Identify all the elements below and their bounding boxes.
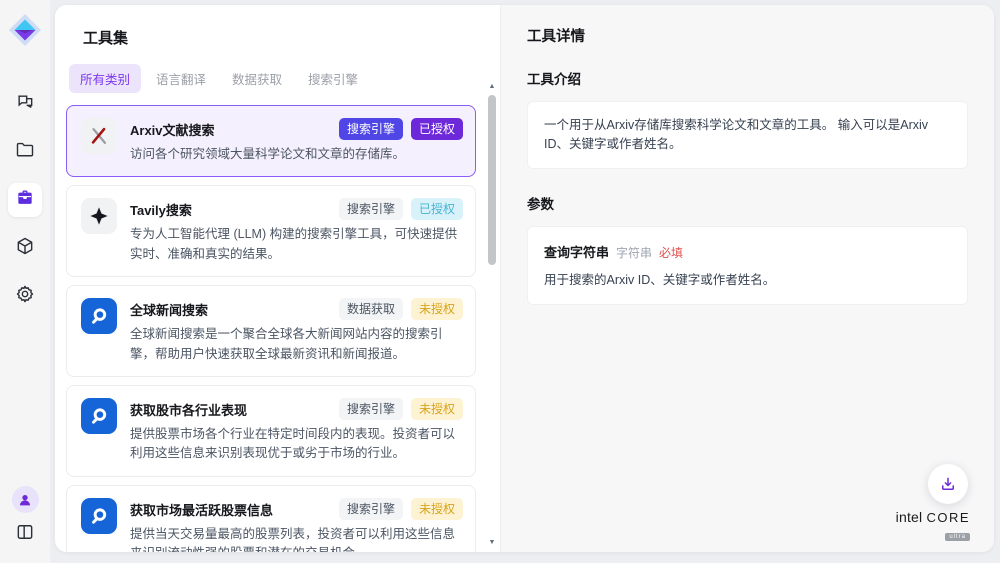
tool-description: 访问各个研究领域大量科学论文和文章的存储库。 xyxy=(130,145,463,164)
intel-core-word: CORE xyxy=(926,510,970,525)
param-description: 用于搜索的Arxiv ID、关键字或作者姓名。 xyxy=(544,271,951,290)
auth-status-badge[interactable]: 已授权 xyxy=(411,118,463,140)
page-title: 工具集 xyxy=(83,27,500,48)
user-avatar[interactable] xyxy=(12,486,39,513)
auth-status-badge[interactable]: 未授权 xyxy=(411,398,463,420)
tool-card-tavily[interactable]: Tavily搜索 专为人工智能代理 (LLM) 构建的搜索引擎工具，可快速提供实… xyxy=(66,185,476,277)
auth-status-badge[interactable]: 已授权 xyxy=(411,198,463,220)
intel-ultra-badge: ultra xyxy=(945,533,970,541)
auth-status-badge[interactable]: 未授权 xyxy=(411,298,463,320)
tool-card-active-stocks[interactable]: 获取市场最活跃股票信息 提供当天交易量最高的股票列表，投资者可以利用这些信息来识… xyxy=(66,485,476,552)
parameter-card: 查询字符串 字符串 必填 用于搜索的Arxiv ID、关键字或作者姓名。 xyxy=(527,226,968,306)
tab-translation[interactable]: 语言翻译 xyxy=(145,64,217,93)
tool-cards: Arxiv文献搜索 访问各个研究领域大量科学论文和文章的存储库。 搜索引擎 已授… xyxy=(55,105,500,552)
download-icon xyxy=(939,475,957,493)
sidebar-rail xyxy=(0,0,50,563)
scroll-down-arrow-icon[interactable]: ▼ xyxy=(487,537,497,547)
intro-heading: 工具介绍 xyxy=(527,68,968,88)
category-badge[interactable]: 搜索引擎 xyxy=(339,398,403,420)
tool-card-global-news[interactable]: 全球新闻搜索 全球新闻搜索是一个聚合全球各大新闻网站内容的搜索引擎，帮助用户快速… xyxy=(66,285,476,377)
tool-description: 提供股票市场各个行业在特定时间段内的表现。投资者可以利用这些信息来识别表现优于或… xyxy=(130,425,463,464)
download-button[interactable] xyxy=(928,464,968,504)
sidebar-item-tools[interactable] xyxy=(8,183,42,217)
main-window: 工具集 所有类别 语言翻译 数据获取 搜索引擎 Arxiv文献搜索 访问各个研究… xyxy=(55,5,994,552)
sidebar-item-packages[interactable] xyxy=(8,231,42,265)
tool-intro-card: 一个用于从Arxiv存储库搜索科学论文和文章的工具。 输入可以是Arxiv ID… xyxy=(527,101,968,169)
split-panels-icon xyxy=(15,522,35,547)
app-logo-icon[interactable] xyxy=(8,13,42,47)
tab-data-fetch[interactable]: 数据获取 xyxy=(221,64,293,93)
tab-all-categories[interactable]: 所有类别 xyxy=(69,64,141,93)
sidebar-item-settings[interactable] xyxy=(8,279,42,313)
tool-description: 提供当天交易量最高的股票列表，投资者可以利用这些信息来识别流动性强的股票和潜在的… xyxy=(130,525,463,552)
user-icon xyxy=(17,492,33,508)
scrollbar-thumb[interactable] xyxy=(488,95,496,265)
category-tabs: 所有类别 语言翻译 数据获取 搜索引擎 xyxy=(69,64,500,93)
gear-icon xyxy=(15,284,35,309)
auth-status-badge[interactable]: 未授权 xyxy=(411,498,463,520)
juhe-search-icon xyxy=(81,298,117,334)
sparkle-icon xyxy=(81,198,117,234)
chat-icon xyxy=(15,92,35,117)
sidebar-item-files[interactable] xyxy=(8,135,42,169)
juhe-search-icon xyxy=(81,498,117,534)
sidebar-item-chat[interactable] xyxy=(8,87,42,121)
tool-list-pane: 工具集 所有类别 语言翻译 数据获取 搜索引擎 Arxiv文献搜索 访问各个研究… xyxy=(55,5,500,552)
category-badge[interactable]: 数据获取 xyxy=(339,298,403,320)
toolbox-icon xyxy=(15,188,35,213)
detail-title: 工具详情 xyxy=(527,25,968,46)
tool-description: 专为人工智能代理 (LLM) 构建的搜索引擎工具，可快速提供实时、准确和真实的结… xyxy=(130,225,463,264)
arxiv-icon xyxy=(81,118,117,154)
category-badge[interactable]: 搜索引擎 xyxy=(339,498,403,520)
param-required-label: 必填 xyxy=(659,244,683,261)
tool-card-arxiv[interactable]: Arxiv文献搜索 访问各个研究领域大量科学论文和文章的存储库。 搜索引擎 已授… xyxy=(66,105,476,177)
params-heading: 参数 xyxy=(527,193,968,213)
tool-card-sector-performance[interactable]: 获取股市各行业表现 提供股票市场各个行业在特定时间段内的表现。投资者可以利用这些… xyxy=(66,385,476,477)
param-name: 查询字符串 xyxy=(544,242,609,261)
juhe-search-icon xyxy=(81,398,117,434)
tab-search-engine[interactable]: 搜索引擎 xyxy=(297,64,369,93)
category-badge[interactable]: 搜索引擎 xyxy=(339,118,403,140)
list-scrollbar[interactable]: ▲ ▼ xyxy=(487,81,497,547)
intel-core-logo: intel CORE ultra xyxy=(896,510,970,542)
category-badge[interactable]: 搜索引擎 xyxy=(339,198,403,220)
tool-description: 全球新闻搜索是一个聚合全球各大新闻网站内容的搜索引擎，帮助用户快速获取全球最新资… xyxy=(130,325,463,364)
cube-icon xyxy=(15,236,35,261)
toggle-sidebar-button[interactable] xyxy=(8,517,42,551)
scroll-up-arrow-icon[interactable]: ▲ xyxy=(487,81,497,91)
folder-icon xyxy=(15,140,35,165)
tool-detail-pane: 工具详情 工具介绍 一个用于从Arxiv存储库搜索科学论文和文章的工具。 输入可… xyxy=(500,5,994,552)
param-type: 字符串 xyxy=(616,244,652,261)
